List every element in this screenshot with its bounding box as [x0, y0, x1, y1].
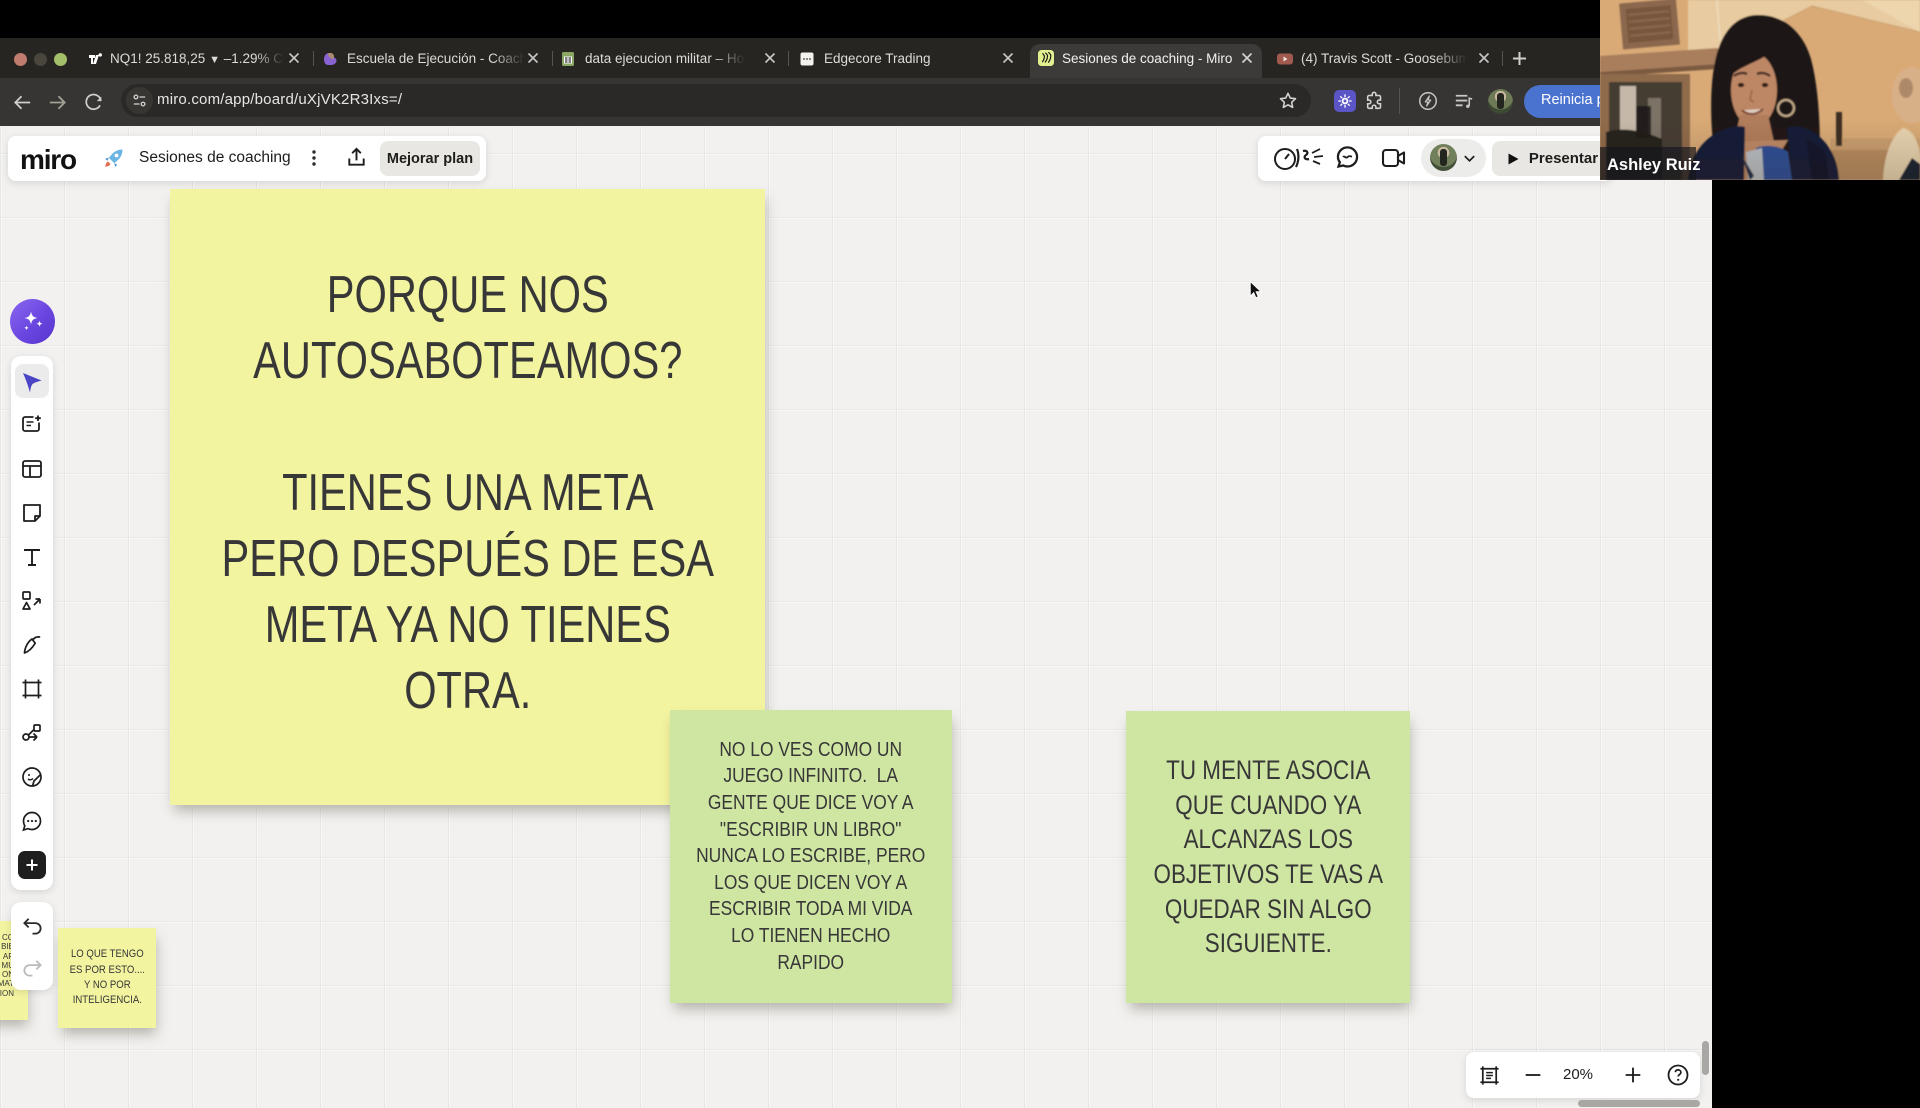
- svg-text:Ashley Ruiz: Ashley Ruiz: [1607, 156, 1701, 174]
